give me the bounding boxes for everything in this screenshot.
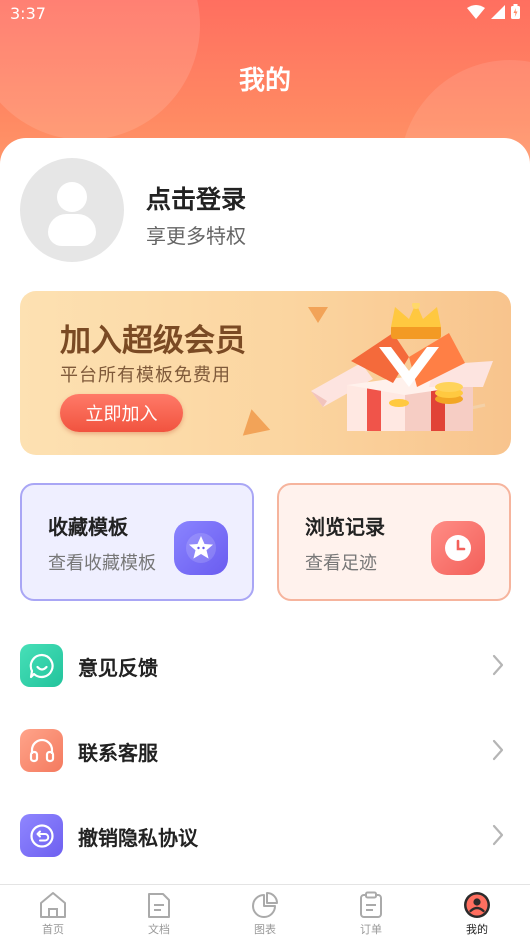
tab-label: 订单 (360, 923, 382, 936)
vip-subtitle: 平台所有模板免费用 (60, 365, 231, 386)
menu-label-customer-service: 联系客服 (78, 741, 158, 765)
tab-label: 图表 (254, 923, 276, 936)
tab-orders[interactable]: 订单 (318, 885, 424, 940)
chevron-right-icon (492, 739, 504, 761)
favorites-card[interactable]: 收藏模板 查看收藏模板 (20, 483, 254, 601)
chevron-right-icon (492, 824, 504, 846)
menu-label-feedback: 意见反馈 (78, 656, 158, 680)
menu-item-revoke-privacy[interactable]: 撤销隐私协议 (0, 800, 530, 870)
avatar[interactable] (20, 158, 124, 262)
avatar-head (57, 182, 87, 212)
tab-charts[interactable]: 图表 (212, 885, 318, 940)
history-title: 浏览记录 (305, 515, 385, 539)
tab-label: 我的 (466, 923, 488, 936)
favorites-title: 收藏模板 (48, 515, 128, 539)
status-icons (467, 4, 520, 19)
history-subtitle: 查看足迹 (305, 553, 377, 574)
wifi-icon (467, 4, 485, 19)
tab-documents[interactable]: 文档 (106, 885, 212, 940)
join-vip-button[interactable]: 立即加入 (60, 394, 183, 432)
chat-icon (20, 644, 63, 687)
status-bar: 3:37 (0, 0, 530, 28)
gift-box-icon (311, 303, 493, 433)
clock-icon (431, 521, 485, 575)
status-time: 3:37 (10, 4, 46, 23)
tab-home[interactable]: 首页 (0, 885, 106, 940)
battery-icon (511, 4, 520, 19)
bottom-tab-bar: 首页 文档 图表 订单 我的 (0, 884, 530, 940)
favorites-subtitle: 查看收藏模板 (48, 553, 156, 574)
avatar-body (48, 214, 96, 246)
main-content: 点击登录 享更多特权 加入超级会员 平台所有模板免费用 立即加入 收藏模板 查看… (0, 138, 530, 884)
menu-item-customer-service[interactable]: 联系客服 (0, 715, 530, 785)
home-icon (40, 892, 66, 918)
signal-icon (491, 4, 505, 19)
login-subtitle: 享更多特权 (146, 224, 246, 248)
tab-label: 首页 (42, 923, 64, 936)
vip-title: 加入超级会员 (60, 323, 246, 359)
document-icon (148, 893, 170, 918)
menu-label-revoke-privacy: 撤销隐私协议 (78, 826, 198, 850)
headset-icon (20, 729, 63, 772)
decor-triangle (237, 406, 271, 436)
chevron-right-icon (492, 654, 504, 676)
star-icon (174, 521, 228, 575)
menu-item-feedback[interactable]: 意见反馈 (0, 630, 530, 700)
login-title[interactable]: 点击登录 (146, 180, 246, 216)
page-title: 我的 (238, 66, 291, 96)
clipboard-icon (360, 891, 382, 918)
pie-chart-icon (252, 892, 278, 918)
tab-mine[interactable]: 我的 (424, 885, 530, 940)
revoke-icon (20, 814, 63, 857)
vip-banner[interactable]: 加入超级会员 平台所有模板免费用 立即加入 (20, 291, 511, 455)
history-card[interactable]: 浏览记录 查看足迹 (277, 483, 511, 601)
tab-label: 文档 (148, 923, 170, 936)
profile-icon (464, 892, 490, 918)
